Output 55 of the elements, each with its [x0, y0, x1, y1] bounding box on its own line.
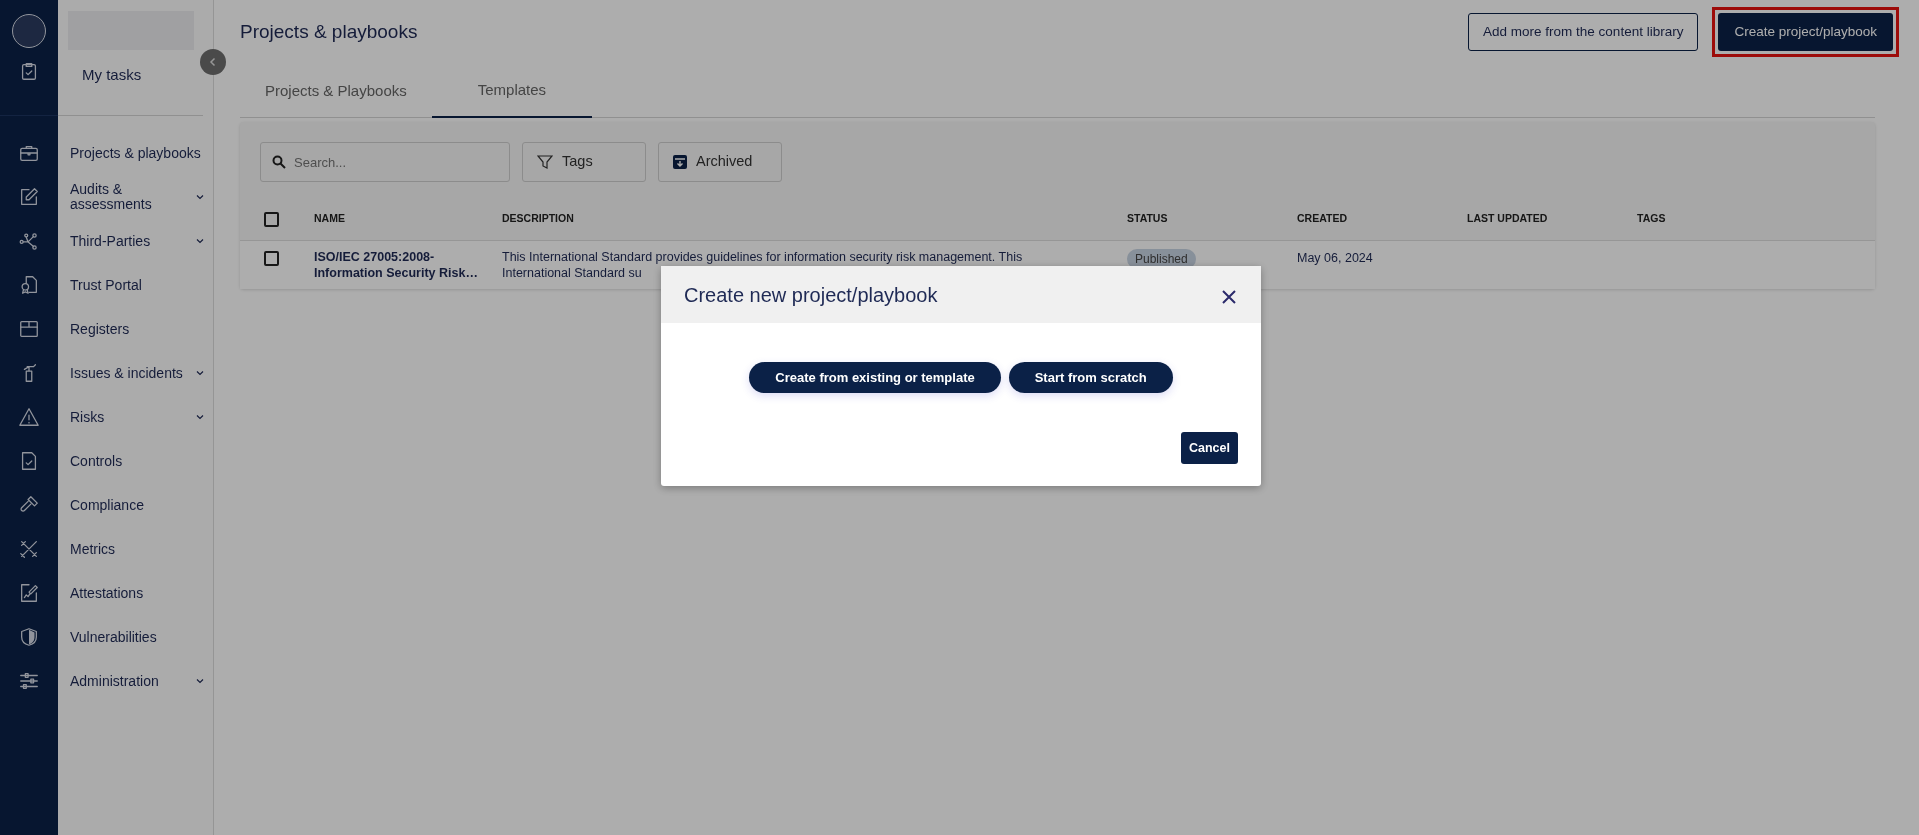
nav-link[interactable]: Issues & incidents: [70, 365, 183, 381]
nav-link[interactable]: Controls: [70, 453, 123, 469]
row-checkbox[interactable]: [264, 250, 279, 266]
chevron-left-icon: [208, 57, 218, 67]
nav-link[interactable]: Registers: [70, 321, 130, 337]
column-header: CREATED: [1297, 211, 1347, 224]
nav-link[interactable]: Audits & assessments: [70, 182, 195, 212]
column-header: TAGS: [1637, 211, 1666, 224]
user-avatar[interactable]: [12, 14, 46, 48]
column-header: DESCRIPTION: [502, 211, 574, 224]
archive-icon: [673, 155, 687, 169]
collapse-button[interactable]: [200, 49, 226, 75]
nav-link[interactable]: My tasks: [82, 67, 203, 83]
chevron-down-icon[interactable]: [195, 236, 205, 246]
shield-icon[interactable]: [18, 626, 40, 648]
edit-icon[interactable]: [18, 186, 40, 208]
column-header: LAST UPDATED: [1467, 211, 1548, 224]
tags-button[interactable]: Tags: [522, 142, 646, 182]
tools-icon[interactable]: [18, 538, 40, 560]
network-icon[interactable]: [18, 230, 40, 252]
nav-link[interactable]: Vulnerabilities: [70, 629, 157, 645]
add-button[interactable]: Add more from the content library: [1468, 12, 1699, 52]
create-button[interactable]: Create project/playbook: [1718, 12, 1893, 52]
nav-link[interactable]: Third-Parties: [70, 233, 151, 249]
modal-title: Create new project/playbook: [684, 282, 938, 307]
nav-link[interactable]: Projects & playbooks: [70, 145, 201, 161]
nav-link[interactable]: Administration: [70, 673, 159, 689]
tab[interactable]: Projects & Playbooks: [240, 64, 432, 118]
select-all-checkbox[interactable]: [264, 211, 279, 227]
filter-icon: [537, 154, 553, 170]
cancel-button[interactable]: Cancel: [1181, 432, 1238, 464]
sliders-icon[interactable]: [18, 670, 40, 692]
nav-link[interactable]: Attestations: [70, 585, 144, 601]
archived-button[interactable]: Archived: [658, 142, 782, 182]
chevron-down-icon[interactable]: [195, 676, 205, 686]
column-header: STATUS: [1127, 211, 1168, 224]
search-field[interactable]: Search...: [260, 142, 510, 182]
nav-link[interactable]: Trust Portal: [70, 277, 142, 293]
chevron-down-icon[interactable]: [195, 192, 205, 202]
description-text: This International Standard provides guidelines for information security risk management. This International Standard su: [502, 248, 1024, 281]
nav-link[interactable]: Metrics: [70, 541, 116, 557]
chevron-down-icon[interactable]: [195, 412, 205, 422]
created-date: May 06, 2024: [1297, 250, 1373, 265]
nav-link[interactable]: Risks: [70, 409, 105, 425]
chevron-down-icon[interactable]: [195, 368, 205, 378]
box-icon[interactable]: [18, 318, 40, 340]
tab[interactable]: Templates: [431, 64, 593, 118]
option-button[interactable]: Create from existing or template: [749, 362, 1001, 393]
page-title: Projects & playbooks: [240, 20, 418, 44]
nav-link[interactable]: Compliance: [70, 497, 144, 513]
column-header: NAME: [314, 211, 345, 224]
option-button[interactable]: Start from scratch: [1008, 362, 1173, 393]
signature-icon[interactable]: [18, 582, 40, 604]
warning-icon[interactable]: [18, 406, 40, 428]
status-tag: Published: [1127, 248, 1196, 269]
